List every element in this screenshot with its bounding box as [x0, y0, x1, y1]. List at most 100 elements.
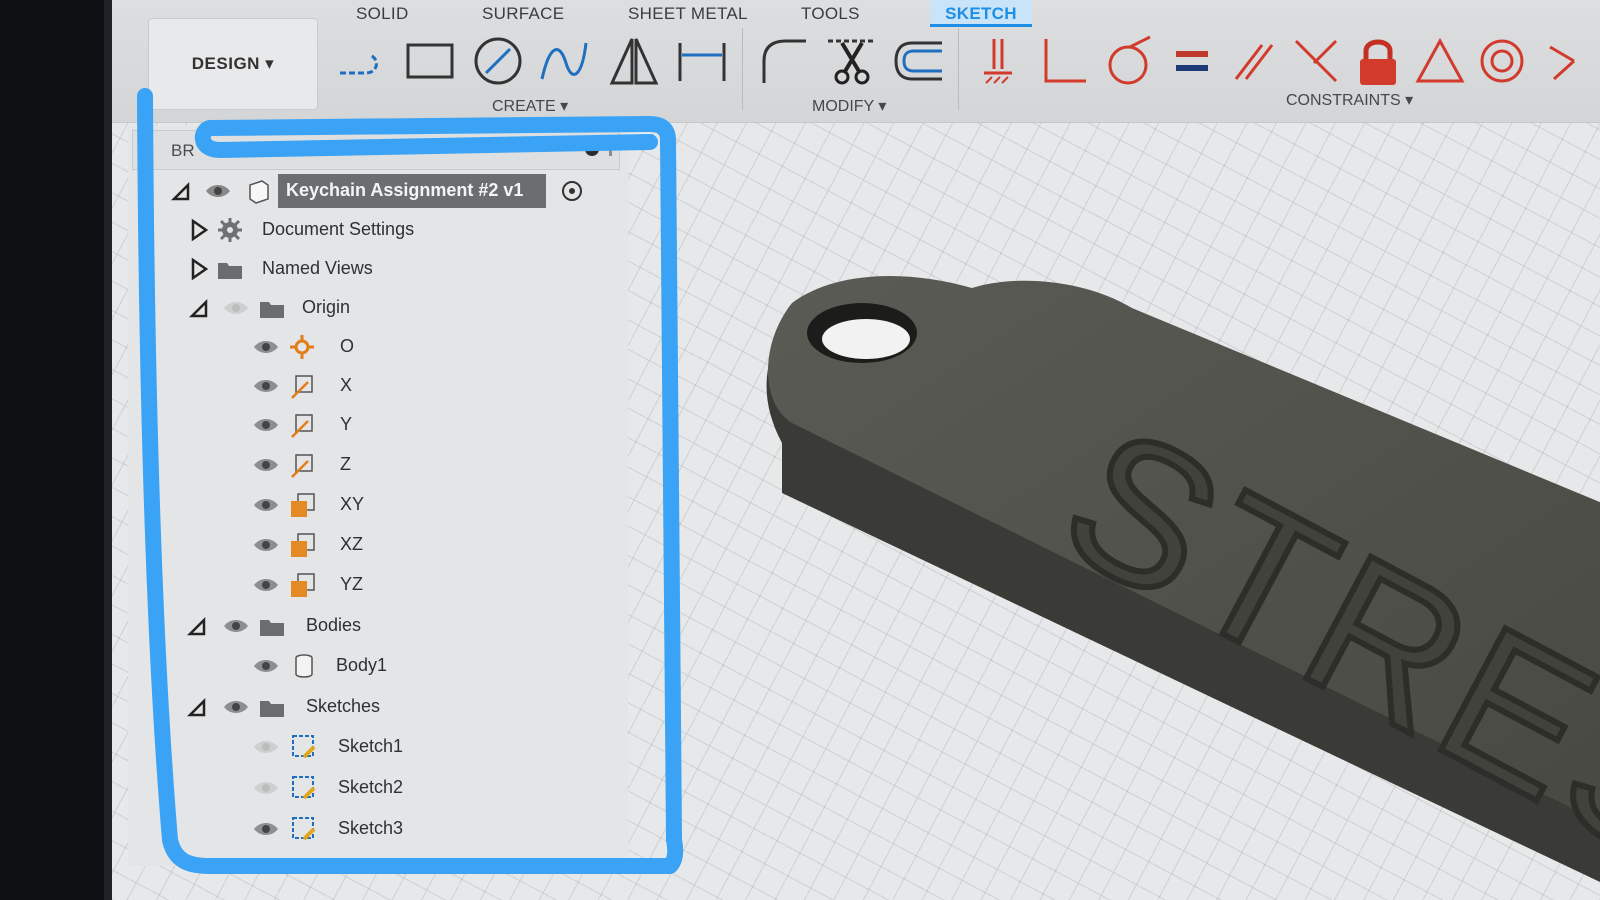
perpendicular-constraint-icon[interactable] — [1288, 33, 1344, 89]
browser-item-z[interactable]: Z — [128, 447, 608, 483]
concentric-constraint-icon[interactable] — [1474, 33, 1530, 89]
tab-tools[interactable]: TOOLS — [801, 4, 860, 24]
browser-item-sketches[interactable]: Sketches — [128, 689, 608, 725]
activate-radio-icon[interactable] — [562, 181, 582, 201]
browser-item-xz[interactable]: XZ — [128, 527, 608, 563]
sketch-icon — [292, 735, 316, 759]
browser-item-sketch2[interactable]: Sketch2 — [128, 770, 608, 806]
browser-item-label: Sketch1 — [338, 736, 404, 756]
axis-icon — [291, 454, 313, 478]
visibility-eye-icon[interactable] — [252, 415, 280, 435]
visibility-eye-icon[interactable] — [252, 819, 280, 839]
visibility-eye-icon[interactable] — [222, 298, 250, 318]
browser-item-label: O — [340, 336, 355, 356]
browser-item-sketch3[interactable]: Sketch3 — [128, 811, 608, 847]
circle-tool-icon[interactable] — [470, 33, 526, 89]
axis-icon — [291, 414, 313, 438]
pin-icon[interactable] — [609, 142, 612, 156]
visibility-eye-icon[interactable] — [252, 575, 280, 595]
dimension-tool-icon[interactable] — [674, 33, 730, 89]
collapsed-arrow-icon[interactable] — [188, 257, 210, 281]
browser-item-label: Z — [340, 454, 351, 474]
more-constraints-icon[interactable] — [1534, 33, 1590, 89]
expanded-arrow-icon[interactable] — [186, 614, 208, 638]
perpendicular-corner-icon[interactable] — [1036, 33, 1092, 89]
visibility-eye-icon[interactable] — [252, 737, 280, 757]
browser-item-bodies[interactable]: Bodies — [128, 608, 608, 644]
browser-item-named-views[interactable]: Named Views — [128, 251, 608, 287]
visibility-eye-icon[interactable] — [222, 697, 250, 717]
folder-icon — [260, 620, 284, 636]
line-tool-icon[interactable] — [334, 33, 390, 89]
browser-item-label: XY — [340, 494, 365, 514]
toolbar-separator — [958, 28, 959, 110]
browser-panel: BR Keychain Assignment #2 v1 Document Se… — [128, 126, 628, 866]
constraints-menu[interactable]: CONSTRAINTS ▾ — [1286, 90, 1413, 110]
design-workspace-button[interactable]: DESIGN ▾ — [148, 18, 318, 110]
browser-item-label: Y — [340, 414, 353, 434]
visibility-eye-icon[interactable] — [252, 495, 280, 515]
browser-item-label: Sketch2 — [338, 777, 404, 797]
folder-icon — [260, 302, 284, 318]
browser-item-sketch1[interactable]: Sketch1 — [128, 729, 608, 765]
browser-item-origin[interactable]: Origin — [128, 290, 608, 326]
expanded-arrow-icon[interactable] — [188, 296, 210, 320]
tangent-constraint-icon[interactable] — [1102, 33, 1158, 89]
gear-icon — [218, 218, 242, 242]
fix-constraint-icon[interactable] — [970, 33, 1026, 89]
plane-icon — [291, 533, 315, 557]
browser-item-xy[interactable]: XY — [128, 487, 608, 523]
visibility-eye-icon[interactable] — [252, 376, 280, 396]
expanded-arrow-icon[interactable] — [186, 695, 208, 719]
fusion-window: SOLID SURFACE SHEET METAL TOOLS SKETCH D… — [112, 0, 1600, 900]
browser-item-body1[interactable]: Body1 — [128, 648, 608, 684]
visibility-eye-icon[interactable] — [252, 656, 280, 676]
modify-menu[interactable]: MODIFY ▾ — [812, 96, 886, 116]
rectangle-tool-icon[interactable] — [402, 33, 458, 89]
tab-surface[interactable]: SURFACE — [482, 4, 564, 24]
parallel-constraint-icon[interactable] — [1226, 33, 1282, 89]
visibility-eye-icon[interactable] — [252, 535, 280, 555]
expanded-arrow-icon[interactable] — [170, 179, 192, 203]
browser-item-label: Named Views — [262, 258, 373, 278]
visibility-eye-icon[interactable] — [204, 181, 232, 201]
triangle-constraint-icon[interactable] — [1412, 33, 1468, 89]
collapsed-arrow-icon[interactable] — [188, 218, 210, 242]
tab-sketch[interactable]: SKETCH — [930, 4, 1032, 24]
keychain-model[interactable]: STRES — [752, 263, 1600, 900]
browser-item-label: YZ — [340, 574, 364, 594]
browser-root-item[interactable]: Keychain Assignment #2 v1 — [128, 173, 608, 209]
body-icon — [295, 654, 313, 678]
browser-item-label: Sketches — [306, 696, 381, 716]
visibility-eye-icon[interactable] — [252, 455, 280, 475]
browser-item-document-settings[interactable]: Document Settings — [128, 212, 608, 248]
browser-item-yz[interactable]: YZ — [128, 567, 608, 603]
fillet-tool-icon[interactable] — [756, 33, 812, 89]
browser-item-x[interactable]: X — [128, 368, 608, 404]
origin-point-icon — [290, 335, 314, 359]
offset-tool-icon[interactable] — [890, 33, 946, 89]
tab-sheet-metal[interactable]: SHEET METAL — [628, 4, 748, 24]
lock-icon[interactable] — [1350, 33, 1406, 89]
visibility-eye-icon[interactable] — [222, 616, 250, 636]
browser-item-label: Body1 — [336, 655, 388, 675]
mirror-tool-icon[interactable] — [606, 33, 662, 89]
plane-icon — [291, 493, 315, 517]
collapse-icon[interactable] — [585, 142, 599, 156]
browser-item-label: Sketch3 — [338, 818, 404, 838]
browser-item-label: Bodies — [306, 615, 362, 635]
browser-item-label: X — [340, 375, 353, 395]
browser-title: BR — [171, 141, 195, 160]
browser-header: BR — [132, 130, 620, 170]
create-menu[interactable]: CREATE ▾ — [492, 96, 568, 116]
sketch-icon — [292, 776, 316, 800]
browser-item-o[interactable]: O — [128, 329, 608, 365]
equal-constraint-icon[interactable] — [1164, 33, 1220, 89]
visibility-eye-icon[interactable] — [252, 337, 280, 357]
visibility-eye-icon[interactable] — [252, 778, 280, 798]
toolbar: SOLID SURFACE SHEET METAL TOOLS SKETCH D… — [112, 0, 1600, 123]
spline-tool-icon[interactable] — [536, 33, 592, 89]
trim-tool-icon[interactable] — [824, 33, 880, 89]
tab-solid[interactable]: SOLID — [356, 4, 409, 24]
browser-item-y[interactable]: Y — [128, 407, 608, 443]
